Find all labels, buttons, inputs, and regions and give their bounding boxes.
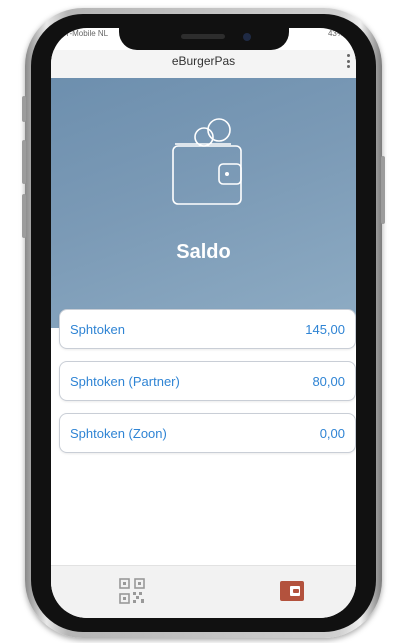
- speaker: [181, 34, 225, 39]
- volume-up-button: [22, 140, 26, 184]
- balance-value: 0,00: [319, 425, 345, 441]
- volume-down-button: [22, 194, 26, 238]
- power-button: [381, 156, 385, 224]
- app-screen: T-Mobile NL 43% eBurgerPas Saldo Sphtoke…: [51, 28, 356, 618]
- front-camera: [243, 33, 251, 41]
- qr-code-icon[interactable]: [117, 576, 147, 606]
- balance-label: Sphtoken (Zoon): [70, 425, 167, 441]
- status-battery: 43%: [327, 29, 344, 38]
- balance-label: Sphtoken: [70, 321, 125, 337]
- status-carrier: T-Mobile NL: [65, 29, 109, 38]
- balance-list: Sphtoken 145,00 Sphtoken (Partner) 80,00…: [59, 309, 356, 465]
- mute-switch: [22, 96, 26, 122]
- notch: [119, 28, 289, 50]
- app-title: eBurgerPas: [171, 54, 236, 68]
- balance-row-zoon[interactable]: Sphtoken (Zoon) 0,00: [59, 413, 356, 453]
- balance-label: Sphtoken (Partner): [70, 373, 180, 389]
- balance-value: 145,00: [305, 321, 345, 337]
- balance-hero: Saldo: [51, 78, 356, 328]
- wallet-tab-icon[interactable]: [277, 576, 307, 606]
- balance-title: Saldo: [176, 241, 231, 263]
- wallet-icon: [172, 118, 242, 205]
- more-vert-icon[interactable]: [346, 54, 350, 68]
- app-header: eBurgerPas: [51, 50, 356, 78]
- balance-value: 80,00: [312, 373, 345, 389]
- balance-row-sphtoken[interactable]: Sphtoken 145,00: [59, 309, 356, 349]
- bottom-tab-bar: [51, 565, 356, 618]
- balance-row-partner[interactable]: Sphtoken (Partner) 80,00: [59, 361, 356, 401]
